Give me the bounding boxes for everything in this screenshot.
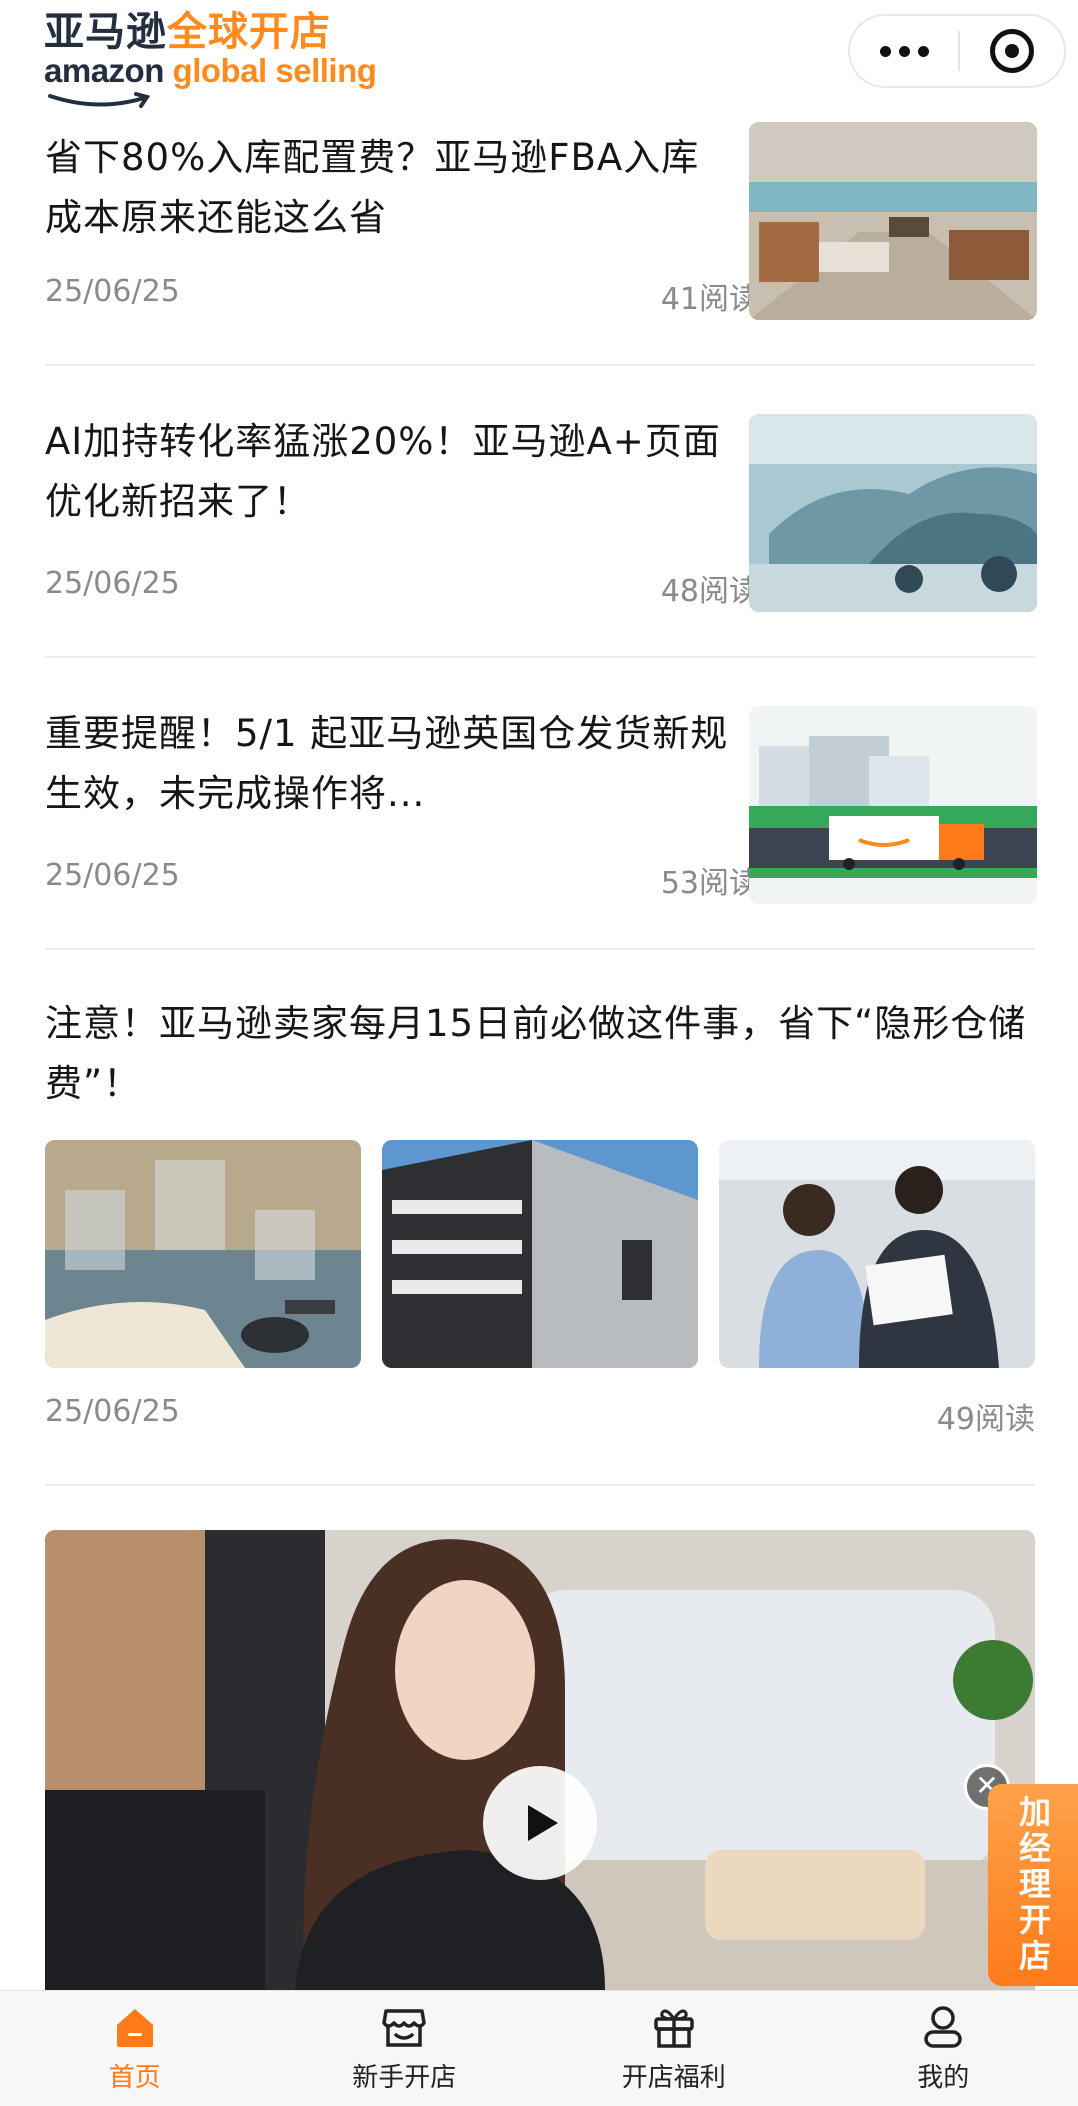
- article-title[interactable]: 注意！亚马逊卖家每月15日前必做这件事，省下“隐形仓储费”！: [45, 994, 1035, 1114]
- gift-icon: [648, 2001, 700, 2053]
- article-thumbnail[interactable]: [749, 706, 1037, 904]
- article-thumbnail[interactable]: [45, 1140, 361, 1368]
- article-thumbnail[interactable]: [382, 1140, 698, 1368]
- article-item-1[interactable]: 省下80%入库配置费？亚马逊FBA入库成本原来还能这么省 25/06/25 41…: [45, 120, 1037, 350]
- article-title[interactable]: 省下80%入库配置费？亚马逊FBA入库成本原来还能这么省: [45, 128, 735, 248]
- article-item-2[interactable]: AI加持转化率猛涨20%！亚马逊A+页面优化新招来了！ 25/06/25 48阅…: [45, 412, 1037, 642]
- store-icon: [378, 2001, 430, 2053]
- tab-label: 开店福利: [621, 2063, 726, 2093]
- more-options-icon[interactable]: [850, 16, 958, 86]
- top-bar: 亚马逊全球开店 amazon global selling: [0, 0, 1078, 110]
- article-reads: 53阅读: [660, 866, 759, 901]
- article-title[interactable]: AI加持转化率猛涨20%！亚马逊A+页面优化新招来了！: [45, 412, 735, 532]
- brand-cn-dark: 亚马逊: [44, 9, 167, 55]
- article-reads: 49阅读: [936, 1402, 1035, 1437]
- article-reads: 48阅读: [660, 574, 759, 609]
- home-icon: [109, 2001, 161, 2053]
- article-date: 25/06/25: [45, 858, 180, 893]
- article-title[interactable]: 重要提醒！5/1 起亚马逊英国仓发货新规生效，未完成操作将...: [45, 704, 735, 824]
- tab-store-benefits[interactable]: 开店福利: [539, 1991, 809, 2106]
- tab-home[interactable]: 首页: [0, 1991, 270, 2106]
- divider: [45, 364, 1035, 366]
- user-icon: [917, 2001, 969, 2053]
- amazon-smile-icon: [48, 92, 151, 108]
- article-item-3[interactable]: 重要提醒！5/1 起亚马逊英国仓发货新规生效，未完成操作将... 25/06/2…: [45, 704, 1037, 934]
- article-thumbnail[interactable]: [719, 1140, 1035, 1368]
- tab-label: 新手开店: [352, 2063, 457, 2093]
- divider: [45, 1484, 1035, 1486]
- tab-new-store[interactable]: 新手开店: [270, 1991, 540, 2106]
- brand-logo: 亚马逊全球开店 amazon global selling: [44, 8, 377, 108]
- brand-en-orange: global selling: [172, 52, 377, 89]
- article-item-4[interactable]: 注意！亚马逊卖家每月15日前必做这件事，省下“隐形仓储费”！ 25/06/25 …: [45, 994, 1035, 1454]
- tab-label: 首页: [108, 2063, 161, 2093]
- article-thumbnail[interactable]: [749, 414, 1037, 612]
- mini-program-capsule: [848, 14, 1066, 88]
- play-icon[interactable]: [483, 1766, 597, 1880]
- video-card[interactable]: [45, 1530, 1035, 1990]
- article-date: 25/06/25: [45, 1394, 180, 1429]
- contact-manager-button[interactable]: 加经理开店: [988, 1784, 1078, 1986]
- brand-cn-orange: 全球开店: [167, 9, 331, 55]
- tab-me[interactable]: 我的: [809, 1991, 1078, 2106]
- article-thumbnail[interactable]: [749, 122, 1037, 320]
- divider: [45, 948, 1035, 950]
- article-reads: 41阅读: [660, 282, 759, 317]
- close-program-icon[interactable]: [960, 29, 1064, 73]
- tab-label: 我的: [917, 2063, 970, 2093]
- article-date: 25/06/25: [45, 274, 180, 309]
- contact-manager-label: 加经理开店: [1014, 1795, 1052, 1975]
- article-date: 25/06/25: [45, 566, 180, 601]
- brand-en-dark: amazon: [44, 52, 164, 89]
- bottom-tab-bar: 首页 新手开店 开店福利 我的: [0, 1990, 1078, 2106]
- divider: [45, 656, 1035, 658]
